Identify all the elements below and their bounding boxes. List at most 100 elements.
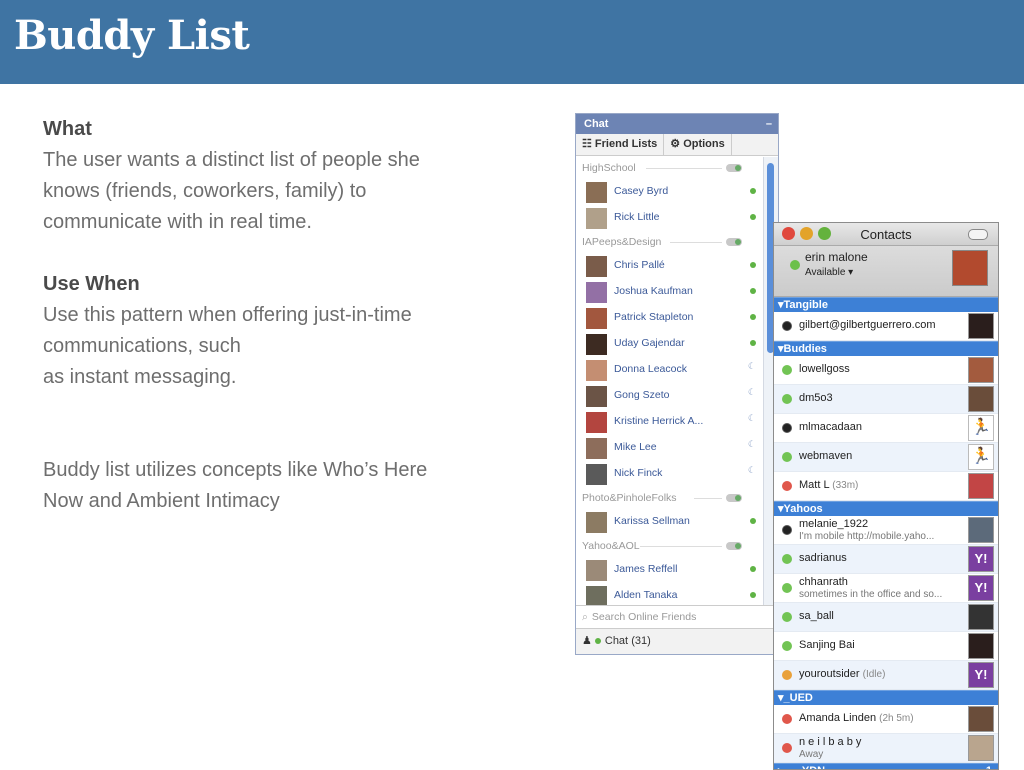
contact-row[interactable]: Sanjing Bai [774,632,998,661]
contacts-title: Contacts [860,227,912,242]
group-divider [646,168,722,169]
contact-name: youroutsider [799,668,860,680]
chat-footer[interactable]: ♟ Chat (31) [576,628,778,654]
contact-row[interactable]: gilbert@gilbertguerrero.com [774,312,998,341]
contact-name: sa_ball [799,610,834,622]
tab-label: Options [683,138,725,150]
idle-moon-icon: ☾ [747,361,756,371]
group-toggle[interactable] [726,164,742,172]
contact-row[interactable]: youroutsider (Idle) Y! [774,661,998,690]
contact-group-header[interactable]: ▾_UED [774,690,998,705]
friend-row[interactable]: Uday Gajendar [576,331,762,357]
what-heading: What [43,118,92,140]
status-bubble-icon [782,554,792,564]
friend-row[interactable]: Rick Little [576,205,762,231]
group-toggle[interactable] [726,542,742,550]
group-divider [670,242,722,243]
friend-avatar [586,412,607,433]
status-bubble-icon [782,743,792,753]
contact-row[interactable]: Matt L (33m) [774,472,998,501]
contact-name-line: webmaven [799,450,852,462]
what-line: The user wants a distinct list of people… [43,149,420,171]
friend-row[interactable]: Mike Lee ☾ [576,435,762,461]
friend-group-header[interactable]: IAPeeps&Design [576,231,762,253]
contact-avatar [968,386,994,412]
contact-name: Amanda Linden [799,712,877,724]
contact-group-label: Buddies [783,343,827,355]
chat-titlebar[interactable]: Chat – [576,114,778,134]
contact-status-message: Away [799,749,824,760]
contact-row[interactable]: chhanrath sometimes in the office and so.… [774,574,998,603]
chat-tabs: ☷ Friend Lists ⚙ Options [576,134,778,156]
friend-row[interactable]: James Reffell [576,557,762,583]
contact-row[interactable]: sa_ball [774,603,998,632]
contact-row[interactable]: melanie_1922 I'm mobile http://mobile.yah… [774,516,998,545]
online-status-dot [750,518,756,524]
friend-avatar [586,386,607,407]
status-bubble-icon [782,670,792,680]
contact-group-header[interactable]: ▾Yahoos [774,501,998,516]
status-bubble-icon [782,394,792,404]
contacts-titlebar[interactable]: Contacts [774,223,998,246]
friend-name: Casey Byrd [614,185,669,197]
idle-moon-icon: ☾ [747,465,756,475]
contact-name: chhanrath [799,576,848,588]
friend-group-label: HighSchool [582,162,636,174]
friend-row[interactable]: Kristine Herrick A... ☾ [576,409,762,435]
tab-friend-lists[interactable]: ☷ Friend Lists [576,134,665,155]
contact-group-header[interactable]: ▸___YDN1 [774,763,998,769]
contact-status-message: sometimes in the office and so... [799,589,943,600]
contact-name-line: Sanjing Bai [799,639,855,651]
friend-row[interactable]: Alden Tanaka [576,583,762,605]
note-line: Now and Ambient Intimacy [43,490,280,512]
status-bubble-icon [782,612,792,622]
friend-group-header[interactable]: Yahoo&AOL [576,535,762,557]
chat-title: Chat [584,118,609,130]
friend-avatar [586,438,607,459]
contact-name: Matt L [799,479,830,491]
friend-group-header[interactable]: HighSchool [576,157,762,179]
status-bubble-icon [782,365,792,375]
group-toggle[interactable] [726,238,742,246]
contact-group-count: 1 [986,764,992,769]
status-bubble-icon [782,525,792,535]
contact-status-message: I'm mobile http://mobile.yaho... [799,531,935,542]
contact-row[interactable]: webmaven 🏃 [774,443,998,472]
what-line: communicate with in real time. [43,211,312,233]
contact-row[interactable]: dm5o3 [774,385,998,414]
friend-row[interactable]: Nick Finck ☾ [576,461,762,487]
contact-name-line: n e i l b a b y [799,736,861,748]
contact-row[interactable]: lowellgoss [774,356,998,385]
my-status-select[interactable]: Available ▾ [805,267,853,278]
friend-row[interactable]: Gong Szeto ☾ [576,383,762,409]
my-avatar[interactable] [952,250,988,286]
online-status-dot [750,314,756,320]
contact-row[interactable]: n e i l b a b y Away [774,734,998,763]
contact-name-line: lowellgoss [799,363,850,375]
idle-moon-icon: ☾ [747,387,756,397]
toolbar-toggle-button[interactable] [968,229,988,240]
friend-row[interactable]: Patrick Stapleton [576,305,762,331]
friend-row[interactable]: Casey Byrd [576,179,762,205]
friend-row[interactable]: Joshua Kaufman [576,279,762,305]
friend-row[interactable]: Karissa Sellman [576,509,762,535]
contact-idle-time: (33m) [832,480,859,491]
friend-row[interactable]: Donna Leacock ☾ [576,357,762,383]
contact-row[interactable]: Amanda Linden (2h 5m) [774,705,998,734]
my-name[interactable]: erin malone [805,250,868,264]
minimize-icon[interactable]: – [766,114,772,134]
friend-name: Gong Szeto [614,389,670,401]
online-status-dot [750,288,756,294]
contact-row[interactable]: mlmacadaan 🏃 [774,414,998,443]
search-online-friends[interactable]: ⌕ Search Online Friends [576,605,778,628]
group-toggle[interactable] [726,494,742,502]
contact-group-header[interactable]: ▾Tangible [774,297,998,312]
aim-running-man-icon: 🏃 [968,444,994,470]
gear-icon: ⚙ [670,138,684,150]
friend-row[interactable]: Chris Pallé [576,253,762,279]
status-bubble-icon [782,714,792,724]
tab-options[interactable]: ⚙ Options [664,134,732,155]
contact-row[interactable]: sadrianus Y! [774,545,998,574]
contact-group-header[interactable]: ▾Buddies [774,341,998,356]
friend-group-header[interactable]: Photo&PinholeFolks [576,487,762,509]
